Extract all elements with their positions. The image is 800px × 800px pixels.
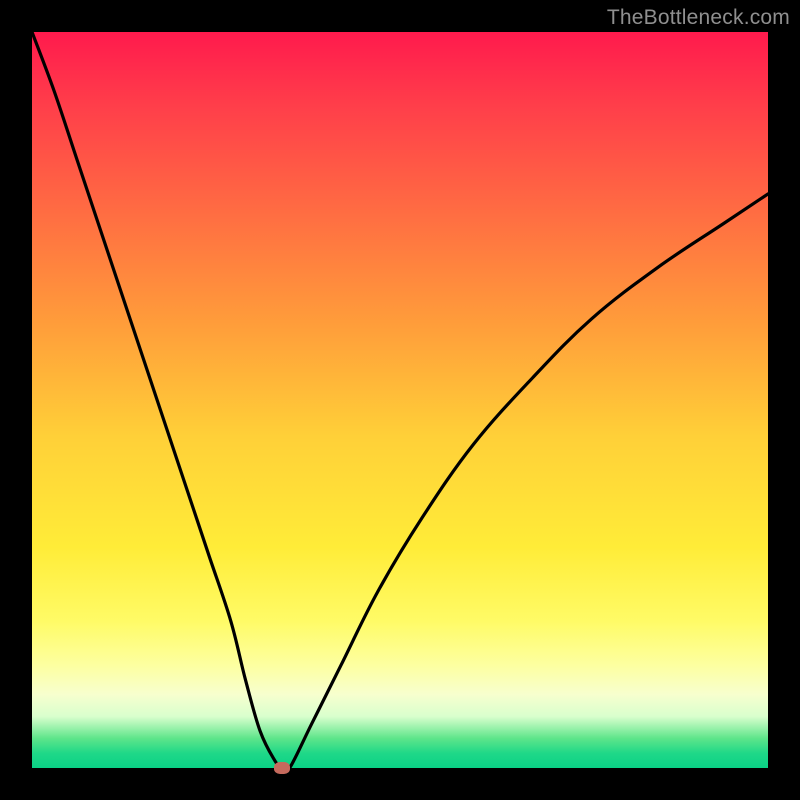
- bottleneck-curve: [32, 32, 768, 768]
- optimal-point-marker: [274, 762, 290, 774]
- chart-frame: TheBottleneck.com: [0, 0, 800, 800]
- watermark-text: TheBottleneck.com: [607, 6, 790, 30]
- plot-area: [32, 32, 768, 768]
